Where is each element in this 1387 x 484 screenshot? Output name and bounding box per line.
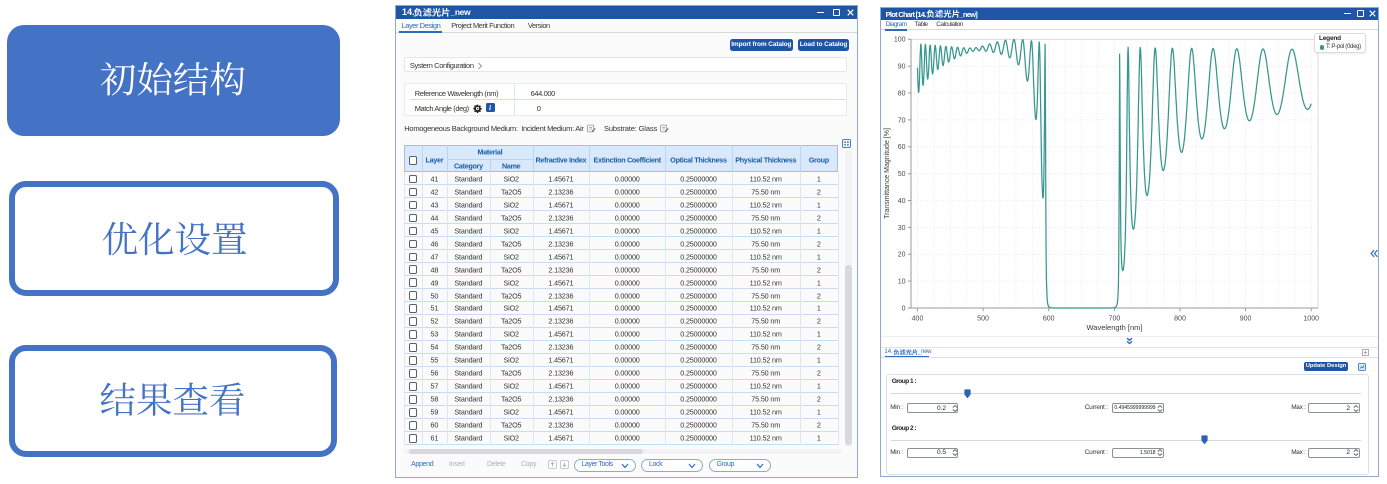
svg-text:Transmittance Magnitude [%]: Transmittance Magnitude [%] bbox=[884, 128, 891, 219]
svg-text:20: 20 bbox=[898, 252, 906, 259]
svg-text:Wavelength [nm]: Wavelength [nm] bbox=[1087, 323, 1143, 332]
svg-text:70: 70 bbox=[898, 117, 906, 124]
svg-text:100: 100 bbox=[894, 37, 906, 44]
svg-text:40: 40 bbox=[898, 198, 906, 205]
svg-text:50: 50 bbox=[898, 171, 906, 178]
svg-text:700: 700 bbox=[1109, 316, 1121, 323]
svg-text:800: 800 bbox=[1174, 316, 1186, 323]
svg-text:400: 400 bbox=[912, 316, 924, 323]
svg-text:30: 30 bbox=[898, 225, 906, 232]
svg-text:1000: 1000 bbox=[1303, 316, 1319, 323]
svg-text:90: 90 bbox=[898, 64, 906, 71]
svg-text:900: 900 bbox=[1240, 316, 1252, 323]
svg-text:500: 500 bbox=[977, 316, 989, 323]
svg-text:0: 0 bbox=[902, 305, 906, 312]
svg-text:60: 60 bbox=[898, 144, 906, 151]
svg-text:600: 600 bbox=[1043, 316, 1055, 323]
svg-text:80: 80 bbox=[898, 90, 906, 97]
svg-text:10: 10 bbox=[898, 279, 906, 286]
